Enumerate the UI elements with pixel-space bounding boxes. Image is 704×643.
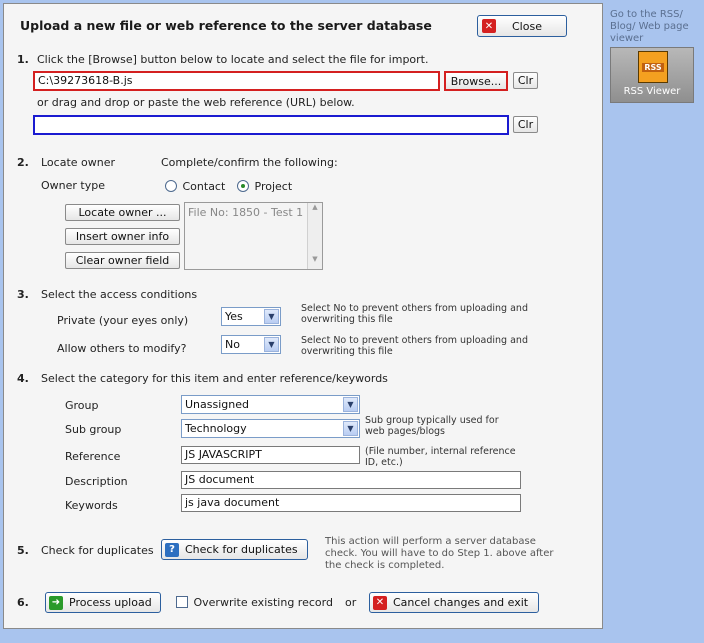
browse-button[interactable]: Browse... (444, 71, 508, 91)
subgroup-select[interactable]: Technology ▼ (181, 419, 360, 438)
check-duplicates-label: Check for duplicates (185, 543, 298, 556)
scroll-down-icon[interactable]: ▼ (308, 255, 322, 269)
rss-viewer-button[interactable]: RSS RSS Viewer (610, 47, 694, 103)
chevron-down-icon[interactable]: ▼ (343, 421, 358, 436)
close-icon: ✕ (482, 19, 496, 33)
close-label: Close (512, 19, 542, 33)
step3-number: 3. (17, 288, 29, 301)
locate-owner-button[interactable]: Locate owner ... (65, 204, 180, 221)
radio-project-label: Project (254, 180, 293, 193)
overwrite-checkbox[interactable] (176, 596, 188, 608)
dialog-title: Upload a new file or web reference to th… (20, 18, 432, 33)
rss-icon: RSS (638, 51, 668, 83)
insert-owner-button[interactable]: Insert owner info (65, 228, 180, 245)
overwrite-label: Overwrite existing record (193, 596, 333, 609)
step4-number: 4. (17, 372, 29, 385)
check-duplicates-button[interactable]: ? Check for duplicates (161, 539, 308, 560)
chevron-down-icon[interactable]: ▼ (264, 337, 279, 352)
group-label: Group (65, 399, 99, 412)
step6-number: 6. (17, 596, 29, 609)
upload-dialog: Upload a new file or web reference to th… (3, 3, 603, 629)
step2-heading: Locate owner (41, 156, 116, 169)
owner-field-text: File No: 1850 - Test 1 (188, 206, 304, 219)
reference-label: Reference (65, 450, 121, 463)
cancel-exit-button[interactable]: ✕ Cancel changes and exit (369, 592, 539, 613)
reference-note: (File number, internal reference ID, etc… (365, 446, 516, 468)
chevron-down-icon[interactable]: ▼ (343, 397, 358, 412)
owner-type-label: Owner type (41, 179, 105, 192)
clear-owner-button[interactable]: Clear owner field (65, 252, 180, 269)
step2-number: 2. (17, 156, 29, 169)
radio-contact-label: Contact (182, 180, 226, 193)
modify-note: Select No to prevent others from uploadi… (301, 335, 528, 357)
step3-heading: Select the access conditions (41, 288, 198, 301)
drag-drop-text: or drag and drop or paste the web refere… (37, 96, 355, 109)
help-icon: ? (165, 542, 179, 557)
step5-heading: Check for duplicates (41, 544, 154, 557)
private-note: Select No to prevent others from uploadi… (301, 303, 528, 325)
modify-label: Allow others to modify? (57, 342, 187, 355)
radio-contact[interactable]: Contact (165, 180, 225, 193)
radio-project[interactable]: Project (237, 180, 292, 193)
private-select[interactable]: Yes ▼ (221, 307, 281, 326)
chevron-down-icon[interactable]: ▼ (264, 309, 279, 324)
rss-link-text[interactable]: Go to the RSS/ Blog/ Web page viewer (610, 9, 702, 45)
private-select-value: Yes (225, 310, 243, 323)
step1-number: 1. (17, 53, 29, 66)
owner-field-scrollbar[interactable]: ▲ ▼ (307, 203, 322, 269)
keywords-label: Keywords (65, 499, 118, 512)
cancel-exit-label: Cancel changes and exit (393, 596, 529, 609)
modify-select[interactable]: No ▼ (221, 335, 281, 354)
subgroup-select-value: Technology (185, 422, 247, 435)
group-select-value: Unassigned (185, 398, 249, 411)
step5-number: 5. (17, 544, 29, 557)
confirm-text: Complete/confirm the following: (161, 156, 338, 169)
close-button[interactable]: ✕ Close (477, 15, 567, 37)
clear-file-button[interactable]: Clr (513, 72, 538, 89)
step1-instruction: Click the [Browse] button below to locat… (37, 53, 429, 66)
subgroup-label: Sub group (65, 423, 122, 436)
url-input[interactable] (33, 115, 509, 135)
step4-heading: Select the category for this item and en… (41, 372, 388, 385)
cancel-icon: ✕ (373, 595, 387, 610)
scroll-up-icon[interactable]: ▲ (308, 203, 322, 217)
radio-project-circle[interactable] (237, 180, 249, 192)
radio-contact-circle[interactable] (165, 180, 177, 192)
process-upload-label: Process upload (69, 596, 152, 609)
private-label: Private (your eyes only) (57, 314, 189, 327)
rss-badge: RSS (642, 62, 664, 72)
arrow-right-icon: ➜ (49, 595, 63, 610)
description-label: Description (65, 475, 128, 488)
or-text: or (345, 596, 357, 609)
modify-select-value: No (225, 338, 240, 351)
description-input[interactable]: JS document (181, 471, 521, 489)
owner-field[interactable]: File No: 1850 - Test 1 ▲ ▼ (184, 202, 323, 270)
reference-input[interactable]: JS JAVASCRIPT (181, 446, 360, 464)
duplicates-note: This action will perform a server databa… (325, 536, 554, 571)
file-path-input[interactable]: C:\39273618-B.js (33, 71, 440, 91)
subgroup-note: Sub group typically used for web pages/b… (365, 415, 499, 437)
rss-viewer-label: RSS Viewer (623, 86, 681, 97)
process-upload-button[interactable]: ➜ Process upload (45, 592, 161, 613)
keywords-input[interactable]: js java document (181, 494, 521, 512)
overwrite-checkbox-row[interactable]: Overwrite existing record (176, 596, 333, 611)
group-select[interactable]: Unassigned ▼ (181, 395, 360, 414)
clear-url-button[interactable]: Clr (513, 116, 538, 133)
